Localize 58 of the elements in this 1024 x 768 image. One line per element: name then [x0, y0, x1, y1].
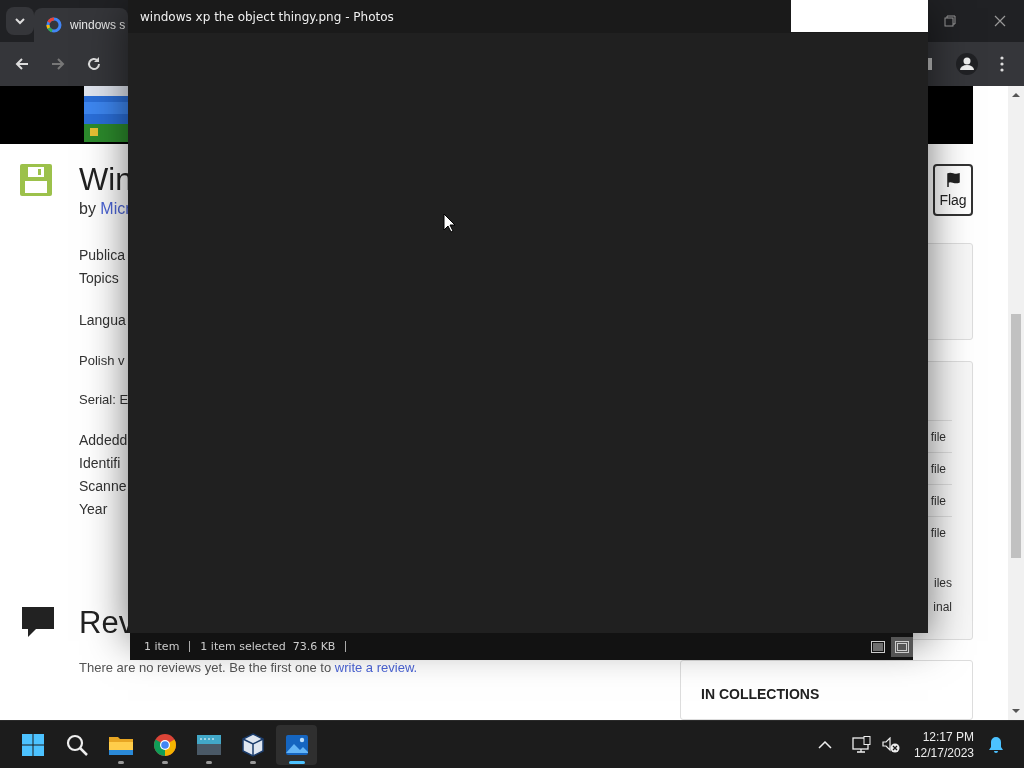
byline-label: by	[79, 200, 96, 217]
flag-button[interactable]: Flag	[933, 164, 973, 216]
metadata-label: Langua	[79, 311, 127, 330]
reviews-message: There are no reviews yet. Be the first one to write a review.	[79, 660, 419, 675]
cube-icon	[240, 732, 265, 757]
window-icon	[195, 733, 222, 756]
window-title: windows xp the object thingy.png - Photos	[140, 9, 394, 24]
clock-time[interactable]: 12:17 PM	[922, 728, 974, 745]
menu-icon[interactable]	[1000, 56, 1004, 72]
download-link[interactable]: file	[930, 493, 946, 508]
chevron-up-icon[interactable]	[817, 740, 832, 749]
metadata-label: Identifi	[79, 454, 122, 473]
browser-tab[interactable]: windows s	[34, 8, 128, 42]
list-icon	[871, 640, 885, 653]
metadata-label: Year	[79, 500, 109, 519]
large-icons-view-button[interactable]	[891, 636, 913, 657]
author-link[interactable]: Micr	[100, 200, 131, 217]
metadata-label: Topics	[79, 269, 120, 288]
metadata-label: Polish v	[79, 352, 126, 370]
clock-date[interactable]: 12/17/2023	[913, 744, 974, 761]
notification-bell-icon[interactable]	[988, 735, 1004, 754]
write-review-link[interactable]: write a review.	[334, 660, 418, 675]
scrollbar[interactable]	[1008, 86, 1024, 720]
photos-taskbar-button[interactable]	[276, 724, 317, 765]
search-icon	[64, 732, 89, 757]
google-icon	[46, 17, 62, 33]
metadata-label: Serial: E	[79, 391, 130, 409]
browser-logo-icon	[152, 732, 177, 757]
network-icon[interactable]	[851, 735, 872, 754]
image-icon	[284, 732, 309, 757]
back-icon[interactable]	[14, 56, 30, 72]
windows-logo-icon	[20, 732, 45, 757]
selection-count: 1 item selected	[200, 640, 286, 653]
tab-list-button[interactable]	[6, 7, 34, 35]
profile-icon[interactable]	[956, 53, 978, 75]
file-size: 73.6 KB	[292, 640, 336, 653]
speech-bubble-icon	[20, 605, 56, 639]
frame-icon	[895, 640, 909, 653]
scrollbar-thumb[interactable]	[1011, 314, 1021, 558]
download-link[interactable]: file	[930, 461, 946, 476]
download-link[interactable]: iles	[934, 576, 952, 590]
close-icon[interactable]	[994, 15, 1006, 27]
download-link[interactable]: file	[930, 525, 946, 540]
chevron-down-icon	[14, 17, 26, 25]
download-link[interactable]: inal	[933, 600, 952, 614]
scroll-up-icon[interactable]	[1012, 92, 1020, 98]
download-link[interactable]: file	[930, 429, 946, 444]
restore-icon[interactable]	[944, 15, 956, 27]
metadata-label: Scanne	[79, 477, 128, 496]
reload-icon[interactable]	[86, 56, 102, 72]
item-count: 1 item	[144, 640, 180, 653]
flag-icon	[945, 172, 961, 188]
scroll-down-icon[interactable]	[1012, 708, 1020, 714]
mouse-cursor-icon	[443, 213, 456, 233]
metadata-label: Addedd	[79, 431, 129, 450]
collections-heading: IN COLLECTIONS	[701, 686, 820, 702]
speaker-muted-icon[interactable]	[881, 736, 900, 753]
metadata-label: Publica	[79, 246, 126, 265]
